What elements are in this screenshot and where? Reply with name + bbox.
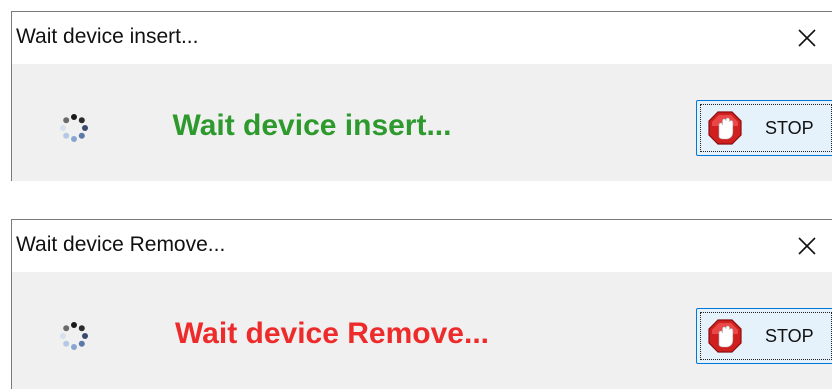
title-bar: Wait device Remove... xyxy=(12,220,832,272)
window-title: Wait device insert... xyxy=(16,25,199,48)
stop-hand-icon xyxy=(708,319,742,353)
dialog-body: Wait device Remove... STOP xyxy=(12,272,832,389)
stop-hand-icon xyxy=(708,111,742,145)
wait-remove-dialog: Wait device Remove... Wait device Remove… xyxy=(11,219,832,389)
focus-rect: STOP xyxy=(700,104,832,152)
close-button[interactable] xyxy=(782,12,832,64)
title-bar: Wait device insert... xyxy=(12,12,832,64)
focus-rect: STOP xyxy=(700,312,832,360)
status-message: Wait device insert... xyxy=(172,109,452,142)
status-message: Wait device Remove... xyxy=(174,317,489,350)
stop-button-label: STOP xyxy=(765,325,814,346)
dialog-body: Wait device insert... STOP xyxy=(12,64,832,181)
stop-button-label: STOP xyxy=(765,117,814,138)
close-icon xyxy=(798,237,816,255)
stop-button[interactable]: STOP xyxy=(696,100,832,156)
stop-button[interactable]: STOP xyxy=(696,308,832,364)
wait-insert-dialog: Wait device insert... Wait device insert… xyxy=(11,11,832,181)
close-icon xyxy=(798,29,816,47)
window-title: Wait device Remove... xyxy=(16,233,226,256)
close-button[interactable] xyxy=(782,220,832,272)
